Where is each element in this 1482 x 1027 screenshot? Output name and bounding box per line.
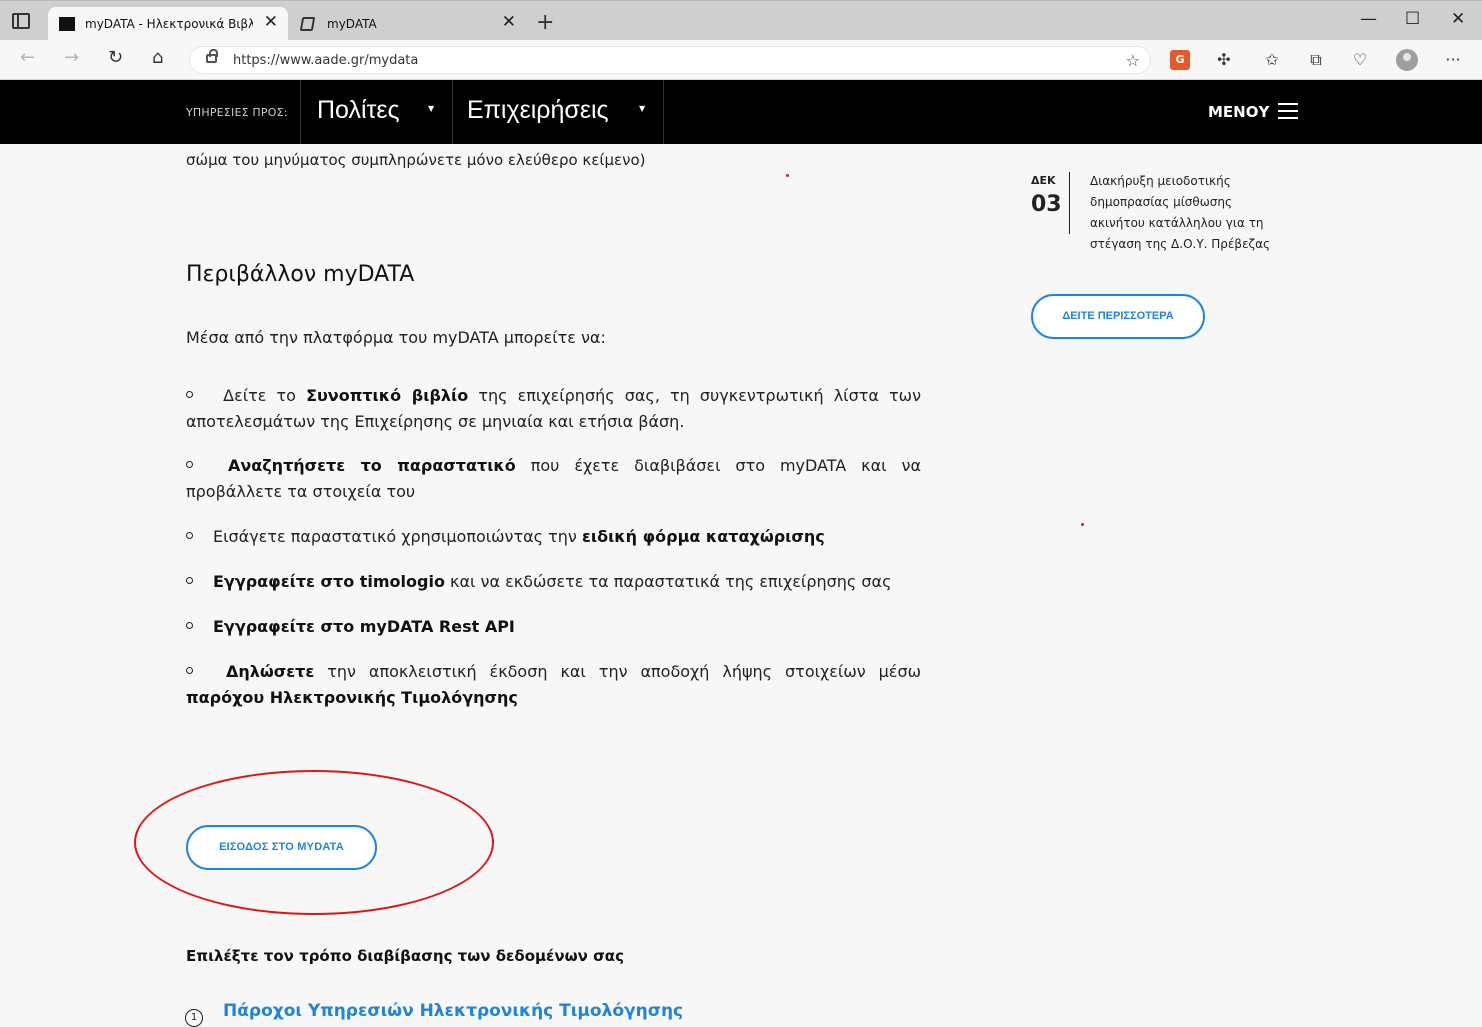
providers-link[interactable]: Πάροχοι Υπηρεσιών Ηλεκτρονικής Τιμολόγησ… bbox=[223, 1001, 683, 1021]
news-day: 03 bbox=[1031, 192, 1062, 217]
menu-button[interactable]: ΜΕΝΟΥ bbox=[1208, 103, 1269, 121]
divider bbox=[300, 80, 301, 144]
new-tab-button[interactable]: + bbox=[536, 12, 554, 34]
aade-favicon-icon bbox=[59, 17, 75, 31]
bullet-icon bbox=[186, 667, 193, 674]
site-header: ΥΠΗΡΕΣΙΕΣ ΠΡΟΣ: Πολίτες ▼ Επιχειρήσεις ▼… bbox=[0, 80, 1482, 144]
bullet-icon bbox=[186, 532, 193, 539]
hamburger-icon[interactable] bbox=[1278, 102, 1298, 120]
tab-title: myDATA bbox=[327, 17, 377, 31]
close-tab-icon[interactable]: ✕ bbox=[502, 14, 516, 31]
partial-paragraph: σώμα του μηνύματος συμπληρώνετε μόνο ελε… bbox=[186, 151, 646, 169]
close-tab-icon[interactable]: ✕ bbox=[264, 14, 278, 31]
close-window-button[interactable]: ✕ bbox=[1451, 11, 1465, 28]
divider bbox=[452, 80, 453, 144]
list-item: Δείτε το Συνοπτικό βιβλίο της επιχείρησή… bbox=[186, 386, 921, 431]
maximize-button[interactable]: ☐ bbox=[1405, 11, 1420, 28]
main-content: σώμα του μηνύματος συμπληρώνετε μόνο ελε… bbox=[0, 145, 1482, 1027]
address-bar: ← → ↻ ⌂ https://www.aade.gr/mydata ☆ G ✣… bbox=[0, 40, 1482, 80]
forward-button[interactable]: → bbox=[64, 49, 79, 67]
choose-method-heading: Επιλέξτε τον τρόπο διαβίβασης των δεδομέ… bbox=[186, 947, 624, 965]
news-item-link[interactable]: Διακήρυξη μειοδοτικής δημοπρασίας μίσθωσ… bbox=[1090, 171, 1280, 255]
google-translate-extension-icon[interactable]: G bbox=[1170, 50, 1190, 70]
list-item: Εγγραφείτε στο timologio και να εκδώσετε… bbox=[186, 569, 921, 595]
bullet-icon bbox=[186, 461, 193, 468]
browser-essentials-icon[interactable]: ♡ bbox=[1350, 50, 1370, 70]
list-item: Δηλώσετε την αποκλειστική έκδοση και την… bbox=[186, 662, 921, 707]
collections-icon[interactable]: ⧉ bbox=[1306, 50, 1326, 70]
url-text: https://www.aade.gr/mydata bbox=[233, 53, 419, 68]
url-field[interactable]: https://www.aade.gr/mydata ☆ bbox=[189, 46, 1151, 74]
services-label: ΥΠΗΡΕΣΙΕΣ ΠΡΟΣ: bbox=[186, 106, 288, 119]
list-item: Εγγραφείτε στο myDATA Rest API bbox=[186, 614, 921, 640]
summary-book-link: Συνοπτικό βιβλίο bbox=[306, 386, 469, 405]
favorites-icon[interactable]: ✩ bbox=[1262, 50, 1282, 70]
book-favicon-icon bbox=[299, 17, 316, 31]
chevron-down-icon[interactable]: ▼ bbox=[428, 104, 434, 113]
extensions-icon[interactable]: ✣ bbox=[1214, 50, 1234, 70]
news-month: ΔΕΚ bbox=[1031, 174, 1056, 187]
bullet-icon bbox=[186, 577, 193, 584]
divider bbox=[663, 80, 664, 144]
chevron-down-icon[interactable]: ▼ bbox=[639, 104, 645, 113]
bullet-icon bbox=[186, 622, 193, 629]
list-item: Αναζητήσετε το παραστατικό που έχετε δια… bbox=[186, 456, 921, 501]
tab-actions-icon[interactable] bbox=[12, 13, 30, 29]
minimize-button[interactable]: — bbox=[1360, 11, 1377, 28]
tab-mydata-books[interactable]: myDATA - Ηλεκτρονικά Βιβλία ΑΑΔΕ ✕ bbox=[48, 7, 288, 41]
section-title: Περιβάλλον myDATA bbox=[186, 262, 415, 287]
browser-tab-bar: myDATA - Ηλεκτρονικά Βιβλία ΑΑΔΕ ✕ myDAT… bbox=[0, 0, 1482, 41]
intro-text: Μέσα από την πλατφόρμα του myDATA μπορεί… bbox=[186, 328, 606, 347]
tab-mydata[interactable]: myDATA ✕ bbox=[290, 7, 526, 41]
divider bbox=[1069, 172, 1070, 234]
nav-citizens[interactable]: Πολίτες bbox=[317, 96, 400, 125]
back-button[interactable]: ← bbox=[20, 49, 35, 67]
see-more-button[interactable]: ΔΕΙΤΕ ΠΕΡΙΣΣΟΤΕΡΑ bbox=[1031, 294, 1205, 339]
bullet-icon bbox=[186, 391, 193, 398]
refresh-button[interactable]: ↻ bbox=[108, 49, 123, 67]
add-favorite-icon[interactable]: ☆ bbox=[1126, 51, 1140, 70]
home-button[interactable]: ⌂ bbox=[152, 49, 163, 67]
nav-businesses[interactable]: Επιχειρήσεις bbox=[467, 96, 609, 125]
login-mydata-button[interactable]: ΕΙΣΟΔΟΣ ΣΤΟ MYDATA bbox=[186, 825, 377, 870]
annotation-dot bbox=[1081, 523, 1084, 526]
settings-more-button[interactable]: ··· bbox=[1443, 50, 1463, 70]
lock-icon bbox=[206, 49, 218, 63]
list-item: Εισάγετε παραστατικό χρησιμοποιώντας την… bbox=[186, 524, 921, 550]
profile-avatar[interactable] bbox=[1396, 49, 1418, 71]
tab-title: myDATA - Ηλεκτρονικά Βιβλία ΑΑΔΕ bbox=[85, 17, 253, 31]
annotation-dot bbox=[786, 174, 789, 177]
step-number-badge: 1 bbox=[185, 1009, 203, 1027]
